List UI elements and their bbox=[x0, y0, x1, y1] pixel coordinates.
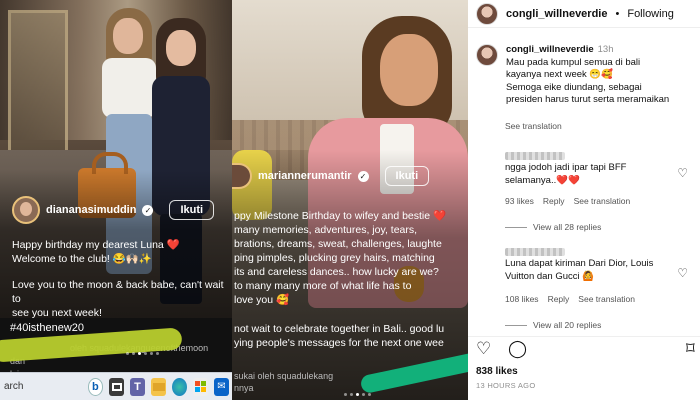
comment-meta: 93 likes Reply See translation bbox=[505, 196, 630, 206]
post-header: congli_willneverdie • Following bbox=[468, 0, 700, 28]
heart-icon[interactable]: ♡ bbox=[677, 266, 688, 280]
caption-line: to many many more of what life has to bbox=[234, 280, 412, 292]
avatar[interactable] bbox=[476, 2, 498, 25]
follow-button[interactable]: Ikuti bbox=[169, 200, 215, 220]
caption-line: presiden harus turut serta meramaikan bbox=[506, 94, 670, 105]
follow-button[interactable]: Ikuti bbox=[384, 166, 430, 186]
story-header: mariannerumantir ✓ Ikuti bbox=[232, 163, 430, 189]
view-replies-link[interactable]: View all 28 replies bbox=[505, 222, 601, 232]
post-timestamp: 13 HOURS AGO bbox=[476, 381, 536, 390]
caption-line: ping pimples, plucking grey hairs, match… bbox=[234, 252, 435, 264]
see-translation-link[interactable]: See translation bbox=[578, 294, 635, 304]
caption-line: Welcome to the club! bbox=[12, 253, 110, 265]
story-caption: ppy Milestone Birthday to wifey and best… bbox=[234, 209, 468, 307]
caption-line: many memories, adventures, joy, tears, bbox=[234, 224, 418, 236]
reply-button[interactable]: Reply bbox=[548, 294, 570, 304]
comment-likes[interactable]: 108 likes bbox=[505, 294, 539, 304]
post-actions: ♡ ◯ ⌑ bbox=[474, 339, 700, 361]
caption-line: Semoga eike diundang, sebagai bbox=[506, 81, 642, 93]
task-view-icon[interactable] bbox=[109, 377, 124, 396]
view-replies-link[interactable]: View all 20 replies bbox=[505, 320, 601, 330]
post-caption: congli_willneverdie 13h Mau pada kumpul s… bbox=[476, 44, 698, 107]
comment-text: Luna dapat kiriman Dari Dior, Louis Vuit… bbox=[505, 258, 654, 282]
windows-taskbar: arch b T ✉ bbox=[0, 372, 232, 400]
verified-badge-icon: ✓ bbox=[142, 204, 154, 216]
heart-icon[interactable]: ♡ bbox=[677, 166, 688, 180]
file-explorer-icon[interactable] bbox=[151, 377, 166, 396]
bing-icon[interactable]: b bbox=[87, 377, 103, 396]
carousel-dots bbox=[344, 393, 371, 396]
edge-icon[interactable] bbox=[172, 377, 187, 396]
story-caption-continued: not wait to celebrate together in Bali..… bbox=[234, 322, 468, 350]
caption-line: ppy Milestone Birthday to wifey and best… bbox=[234, 210, 447, 222]
caption-line: love you 🥰 bbox=[234, 294, 290, 306]
avatar[interactable] bbox=[12, 196, 40, 224]
caption-time: 13h bbox=[597, 44, 614, 55]
heart-emoji: ❤️ bbox=[166, 239, 180, 251]
caption-line: ying people's messages for the next one … bbox=[234, 337, 444, 349]
like-heart-icon[interactable]: ♡ bbox=[476, 339, 491, 359]
story-header: diananasimuddin ✓ Ikuti bbox=[12, 196, 215, 224]
comment-icon[interactable]: ◯ bbox=[508, 339, 527, 359]
comment-text: ngga jodoh jadi ipar tapi BFF selamanya.… bbox=[505, 162, 627, 186]
redacted-username bbox=[505, 248, 565, 256]
following-button[interactable]: Following bbox=[627, 8, 673, 20]
caption-line: brations, dreams, sweat, challenges, lau… bbox=[234, 238, 442, 250]
reply-button[interactable]: Reply bbox=[543, 196, 565, 206]
caption-line: not wait to celebrate together in Bali..… bbox=[234, 323, 445, 335]
emoji-row: 😂🙌🏻✨ bbox=[112, 253, 153, 265]
header-username[interactable]: congli_willneverdie bbox=[506, 8, 607, 20]
avatar[interactable] bbox=[232, 163, 252, 189]
bookmark-icon[interactable]: ⌑ bbox=[686, 339, 695, 359]
see-translation-link[interactable]: See translation bbox=[574, 196, 631, 206]
search-text: arch bbox=[4, 380, 24, 392]
story-panel-middle: mariannerumantir ✓ Ikuti ppy Milestone B… bbox=[232, 0, 468, 400]
teams-icon[interactable]: T bbox=[130, 377, 145, 396]
username[interactable]: diananasimuddin bbox=[46, 204, 136, 216]
separator-dot: • bbox=[615, 7, 620, 20]
caption-line: Mau pada kumpul semua di bali bbox=[506, 56, 641, 68]
caption-line: Love you to the moon & back babe, can't … bbox=[12, 279, 224, 305]
redacted-username bbox=[505, 152, 565, 160]
post-comments-panel: congli_willneverdie • Following congli_w… bbox=[468, 0, 700, 400]
store-icon[interactable] bbox=[193, 377, 208, 396]
taskbar-search[interactable]: arch bbox=[0, 373, 85, 400]
caption-line: kayanya next week 😁🥰 bbox=[506, 69, 614, 80]
comment-likes[interactable]: 93 likes bbox=[505, 196, 534, 206]
see-translation-link[interactable]: See translation bbox=[505, 121, 562, 131]
caption-username[interactable]: congli_willneverdie bbox=[506, 44, 594, 55]
carousel-dots bbox=[126, 352, 159, 355]
story-panel-left: diananasimuddin ✓ Ikuti Happy birthday m… bbox=[0, 0, 232, 400]
mail-icon[interactable]: ✉ bbox=[214, 377, 229, 396]
username[interactable]: mariannerumantir bbox=[258, 170, 352, 182]
avatar[interactable] bbox=[476, 44, 498, 66]
caption-line: Happy birthday my dearest Luna bbox=[12, 239, 164, 251]
verified-badge-icon: ✓ bbox=[357, 170, 369, 182]
like-count[interactable]: 838 likes bbox=[476, 366, 518, 377]
comment-meta: 108 likes Reply See translation bbox=[505, 294, 635, 304]
divider bbox=[468, 336, 700, 337]
caption-line: its and careless dances.. how lucky are … bbox=[234, 266, 439, 278]
background-doorway bbox=[8, 10, 68, 160]
